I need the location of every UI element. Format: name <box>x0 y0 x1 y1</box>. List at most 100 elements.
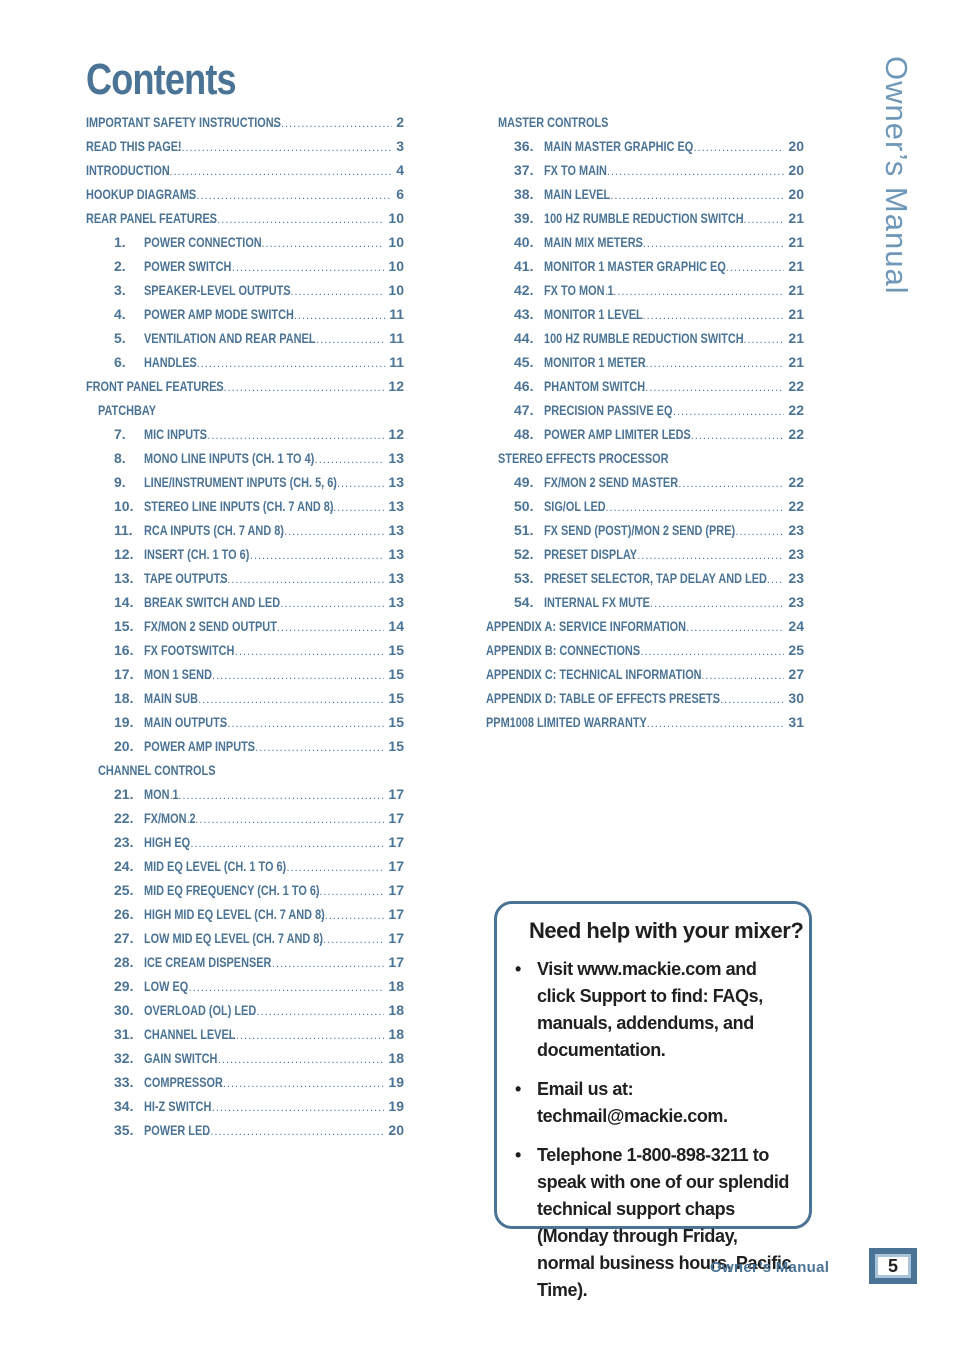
toc-entry-title: FX/MON 2 SEND OUTPUT <box>144 618 277 634</box>
toc-entry[interactable]: 17. MON 1 SEND 15 <box>86 662 404 686</box>
toc-entry[interactable]: 54. INTERNAL FX MUTE 23 <box>486 590 804 614</box>
toc-entry[interactable]: 41. MONITOR 1 MASTER GRAPHIC EQ 21 <box>486 254 804 278</box>
toc-entry[interactable]: 44. 100 HZ RUMBLE REDUCTION SWITCH 21 <box>486 326 804 350</box>
toc-entry[interactable]: 15. FX/MON 2 SEND OUTPUT 14 <box>86 614 404 638</box>
toc-entry[interactable]: 19. MAIN OUTPUTS 15 <box>86 710 404 734</box>
toc-entry[interactable]: 36. MAIN MASTER GRAPHIC EQ 20 <box>486 134 804 158</box>
toc-entry[interactable]: 52. PRESET DISPLAY 23 <box>486 542 804 566</box>
toc-entry[interactable]: 2. POWER SWITCH 10 <box>86 254 404 278</box>
toc-entry[interactable]: 9. LINE/INSTRUMENT INPUTS (CH. 5, 6) 13 <box>86 470 404 494</box>
toc-entry-page: 22 <box>788 426 804 442</box>
toc-entry-title: MONITOR 1 LEVEL <box>544 306 643 322</box>
toc-entry-number: 27. <box>114 930 134 946</box>
toc-entry[interactable]: 27. LOW MID EQ LEVEL (CH. 7 AND 8) 17 <box>86 926 404 950</box>
toc-entry[interactable]: 26. HIGH MID EQ LEVEL (CH. 7 AND 8) 17 <box>86 902 404 926</box>
toc-entry[interactable]: 7. MIC INPUTS 12 <box>86 422 404 446</box>
toc-entry[interactable]: 29. LOW EQ 18 <box>86 974 404 998</box>
toc-entry-number: 38. <box>514 186 534 202</box>
toc-entry-page: 14 <box>388 618 404 634</box>
toc-entry[interactable]: 14. BREAK SWITCH AND LED 13 <box>86 590 404 614</box>
toc-entry[interactable]: 35. POWER LED 20 <box>86 1118 404 1142</box>
toc-entry-page: 23 <box>788 546 804 562</box>
toc-entry[interactable]: APPENDIX B: CONNECTIONS 25 <box>486 638 804 662</box>
toc-entry[interactable]: 39. 100 HZ RUMBLE REDUCTION SWITCH 21 <box>486 206 804 230</box>
toc-entry[interactable]: 37. FX TO MAIN 20 <box>486 158 804 182</box>
toc-entry-label-wrap: 100 HZ RUMBLE REDUCTION SWITCH <box>544 206 784 230</box>
toc-entry[interactable]: 34. HI-Z SWITCH 19 <box>86 1094 404 1118</box>
toc-entry[interactable]: 1. POWER CONNECTION 10 <box>86 230 404 254</box>
dot-leader <box>219 568 384 590</box>
toc-entry-page: 6 <box>396 186 404 202</box>
toc-entry-title: MONO LINE INPUTS (CH. 1 TO 4) <box>144 450 315 466</box>
toc-entry-page: 21 <box>788 306 804 322</box>
toc-entry[interactable]: 51. FX SEND (POST)/MON 2 SEND (PRE) 23 <box>486 518 804 542</box>
toc-entry[interactable]: 48. POWER AMP LIMITER LEDS 22 <box>486 422 804 446</box>
toc-entry[interactable]: 11. RCA INPUTS (CH. 7 AND 8) 13 <box>86 518 404 542</box>
toc-entry[interactable]: 53. PRESET SELECTOR, TAP DELAY AND LED 23 <box>486 566 804 590</box>
toc-entry-number: 2. <box>114 258 126 274</box>
toc-entry[interactable]: REAR PANEL FEATURES 10 <box>86 206 404 230</box>
toc-entry-number: 8. <box>114 450 126 466</box>
dot-leader <box>227 640 385 662</box>
dot-leader <box>637 352 784 374</box>
toc-entry[interactable]: APPENDIX C: TECHNICAL INFORMATION 27 <box>486 662 804 686</box>
toc-entry-label-wrap: TAPE OUTPUTS <box>144 566 384 590</box>
toc-entry[interactable]: 18. MAIN SUB 15 <box>86 686 404 710</box>
toc-entry[interactable]: 43. MONITOR 1 LEVEL 21 <box>486 302 804 326</box>
toc-entry[interactable]: 25. MID EQ FREQUENCY (CH. 1 TO 6) 17 <box>86 878 404 902</box>
toc-entry-label-wrap: CHANNEL LEVEL <box>144 1022 384 1046</box>
toc-entry[interactable]: 50. SIG/OL LED 22 <box>486 494 804 518</box>
toc-entry[interactable]: APPENDIX D: TABLE OF EFFECTS PRESETS 30 <box>486 686 804 710</box>
dot-leader <box>242 544 385 566</box>
toc-entry-title: LOW EQ <box>144 978 189 994</box>
toc-entry-label-wrap: FX SEND (POST)/MON 2 SEND (PRE) <box>544 518 784 542</box>
toc-entry-number: 42. <box>514 282 534 298</box>
toc-entry-number: 52. <box>514 546 534 562</box>
toc-entry[interactable]: 38. MAIN LEVEL 20 <box>486 182 804 206</box>
toc-entry[interactable]: 5. VENTILATION AND REAR PANEL 11 <box>86 326 404 350</box>
toc-entry[interactable]: READ THIS PAGE! 3 <box>86 134 404 158</box>
toc-entry[interactable]: 45. MONITOR 1 METER 21 <box>486 350 804 374</box>
toc-entry[interactable]: IMPORTANT SAFETY INSTRUCTIONS 2 <box>86 110 404 134</box>
toc-entry[interactable]: 3. SPEAKER-LEVEL OUTPUTS 10 <box>86 278 404 302</box>
dot-leader <box>665 400 785 422</box>
toc-entry[interactable]: INTRODUCTION 4 <box>86 158 404 182</box>
toc-entry[interactable]: 4. POWER AMP MODE SWITCH 11 <box>86 302 404 326</box>
toc-entry-title: GAIN SWITCH <box>144 1050 218 1066</box>
toc-entry[interactable]: 13. TAPE OUTPUTS 13 <box>86 566 404 590</box>
toc-entry[interactable]: PPM1008 LIMITED WARRANTY 31 <box>486 710 804 734</box>
toc-entry-title: LOW MID EQ LEVEL (CH. 7 AND 8) <box>144 930 323 946</box>
toc-entry[interactable]: FRONT PANEL FEATURES 12 <box>86 374 404 398</box>
toc-entry[interactable]: 20. POWER AMP INPUTS 15 <box>86 734 404 758</box>
toc-entry[interactable]: 46. PHANTOM SWITCH 22 <box>486 374 804 398</box>
toc-entry[interactable]: APPENDIX A: SERVICE INFORMATION 24 <box>486 614 804 638</box>
toc-entry[interactable]: 16. FX FOOTSWITCH 15 <box>86 638 404 662</box>
toc-entry[interactable]: HOOKUP DIAGRAMS 6 <box>86 182 404 206</box>
toc-entry[interactable]: 28. ICE CREAM DISPENSER 17 <box>86 950 404 974</box>
toc-entry[interactable]: 32. GAIN SWITCH 18 <box>86 1046 404 1070</box>
toc-entry[interactable]: 47. PRECISION PASSIVE EQ 22 <box>486 398 804 422</box>
toc-entry[interactable]: 22. FX/MON 2 17 <box>86 806 404 830</box>
toc-entry[interactable]: 21. MON 1 17 <box>86 782 404 806</box>
toc-entry[interactable]: 42. FX TO MON 1 21 <box>486 278 804 302</box>
toc-entry[interactable]: 6. HANDLES 11 <box>86 350 404 374</box>
toc-entry-number: 49. <box>514 474 534 490</box>
toc-entry-page: 21 <box>788 258 804 274</box>
toc-entry-number: 43. <box>514 306 534 322</box>
toc-entry[interactable]: 31. CHANNEL LEVEL 18 <box>86 1022 404 1046</box>
toc-entry[interactable]: 23. HIGH EQ 17 <box>86 830 404 854</box>
toc-entry[interactable]: 33. COMPRESSOR 19 <box>86 1070 404 1094</box>
toc-entry-label-wrap: APPENDIX B: CONNECTIONS <box>486 638 784 662</box>
dot-leader <box>276 520 385 542</box>
toc-entry[interactable]: 40. MAIN MIX METERS 21 <box>486 230 804 254</box>
toc-entry-number: 24. <box>114 858 134 874</box>
toc-entry[interactable]: 8. MONO LINE INPUTS (CH. 1 TO 4) 13 <box>86 446 404 470</box>
toc-entry[interactable]: 24. MID EQ LEVEL (CH. 1 TO 6) 17 <box>86 854 404 878</box>
toc-entry-title: FX SEND (POST)/MON 2 SEND (PRE) <box>544 522 736 538</box>
toc-entry[interactable]: 10. STEREO LINE INPUTS (CH. 7 AND 8) 13 <box>86 494 404 518</box>
help-item-website: • Visit www.mackie.com and click Support… <box>511 956 793 1064</box>
toc-entry[interactable]: 49. FX/MON 2 SEND MASTER 22 <box>486 470 804 494</box>
toc-entry[interactable]: 30. OVERLOAD (OL) LED 18 <box>86 998 404 1022</box>
toc-entry-label-wrap: FX FOOTSWITCH <box>144 638 384 662</box>
toc-entry[interactable]: 12. INSERT (CH. 1 TO 6) 13 <box>86 542 404 566</box>
